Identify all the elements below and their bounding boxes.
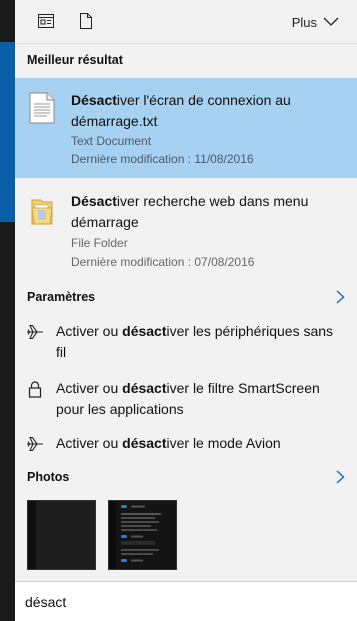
match-highlight: désact (122, 323, 167, 339)
airplane-icon (26, 323, 44, 341)
photos-heading: Photos (27, 470, 70, 484)
setting-text: Activer ou désactiver le mode Avion (56, 433, 347, 454)
search-toolbar: Plus (15, 0, 357, 44)
match-highlight: désact (122, 435, 167, 451)
best-result-heading: Meilleur résultat (27, 53, 123, 67)
setting-item-airplane-mode[interactable]: Activer ou désactiver le mode Avion (15, 433, 357, 459)
setting-prefix: Activer ou (56, 435, 123, 451)
folder-icon (29, 196, 55, 228)
match-highlight: désact (122, 380, 167, 396)
settings-more-arrow-icon[interactable] (333, 289, 347, 305)
search-input[interactable] (25, 591, 325, 613)
settings-heading: Paramètres (27, 290, 96, 304)
photo-thumbnail[interactable] (27, 500, 96, 570)
more-filters-label: Plus (291, 14, 317, 30)
setting-prefix: Activer ou (56, 323, 123, 339)
airplane-icon (26, 435, 44, 453)
folder-result-item[interactable]: Désactiver recherche web dans menu démar… (15, 180, 357, 276)
setting-item-smartscreen[interactable]: Activer ou désactiver le filtre SmartScr… (15, 377, 357, 423)
setting-prefix: Activer ou (56, 380, 123, 396)
folder-result-type: File Folder (71, 236, 128, 250)
setting-item-wireless[interactable]: Activer ou désactiver les périphériques … (15, 320, 357, 366)
best-result-type: Text Document (71, 134, 152, 148)
lock-icon (26, 380, 44, 398)
taskbar-strip (0, 0, 15, 621)
taskbar-accent (0, 42, 15, 222)
match-highlight: Désact (71, 92, 117, 108)
best-result-item[interactable]: Désactiver l'écran de connexion au démar… (15, 78, 357, 178)
folder-result-title: Désactiver recherche web dans menu démar… (71, 191, 345, 233)
folder-result-modified: Dernière modification : 07/08/2016 (71, 255, 255, 269)
search-bar[interactable] (15, 581, 357, 621)
more-filters-button[interactable]: Plus (292, 12, 339, 32)
text-document-icon (29, 92, 55, 124)
best-result-modified: Dernière modification : 11/08/2016 (71, 152, 254, 166)
search-panel: Plus Meilleur résultat Désactiver l'écra… (15, 0, 357, 621)
match-highlight: Désact (71, 193, 117, 209)
setting-text: Activer ou désactiver les périphériques … (56, 321, 347, 363)
document-view-icon[interactable] (37, 12, 55, 30)
best-result-title: Désactiver l'écran de connexion au démar… (71, 90, 345, 132)
photos-more-arrow-icon[interactable] (333, 469, 347, 485)
setting-text: Activer ou désactiver le filtre SmartScr… (56, 378, 347, 420)
photo-thumbnail[interactable] (108, 500, 177, 570)
setting-suffix: iver le mode Avion (166, 435, 281, 451)
file-icon[interactable] (77, 12, 95, 30)
chevron-down-icon (323, 17, 339, 26)
